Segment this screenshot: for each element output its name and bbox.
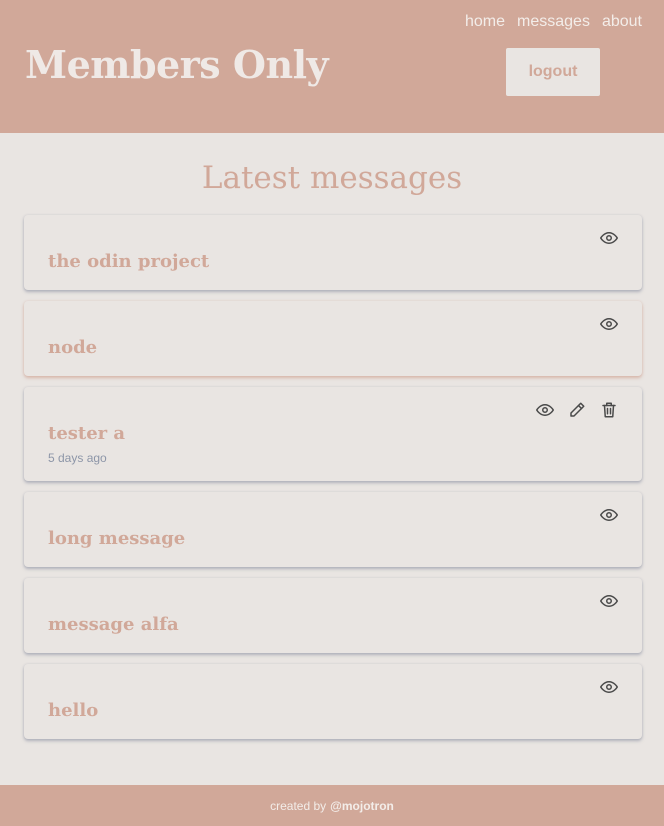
site-header: Members Only home messages about logout (0, 0, 664, 133)
message-title[interactable]: tester a (48, 423, 125, 444)
message-actions (600, 678, 618, 696)
message-actions (600, 229, 618, 247)
message-date: 5 days ago (48, 451, 107, 465)
nav-about-link[interactable]: about (602, 13, 642, 31)
message-title[interactable]: node (48, 337, 97, 358)
eye-icon[interactable] (536, 401, 554, 419)
logout-button[interactable]: logout (506, 48, 600, 96)
message-actions (600, 315, 618, 333)
message-title[interactable]: hello (48, 700, 98, 721)
eye-icon[interactable] (600, 315, 618, 333)
message-card: node (24, 301, 642, 376)
eye-icon[interactable] (600, 678, 618, 696)
message-card: message alfa (24, 578, 642, 653)
eye-icon[interactable] (600, 506, 618, 524)
site-title: Members Only (25, 42, 329, 87)
message-card: hello (24, 664, 642, 739)
message-card: tester a 5 days ago (24, 387, 642, 481)
trash-icon[interactable] (600, 401, 618, 419)
message-card: long message (24, 492, 642, 567)
eye-icon[interactable] (600, 229, 618, 247)
message-actions (600, 592, 618, 610)
pencil-icon[interactable] (568, 401, 586, 419)
page-title: Latest messages (201, 160, 463, 196)
footer-author-link[interactable]: @mojotron (330, 799, 394, 813)
message-card: the odin project (24, 215, 642, 290)
message-actions (600, 506, 618, 524)
message-title[interactable]: the odin project (48, 251, 209, 272)
nav-home-link[interactable]: home (465, 13, 505, 31)
footer-prefix: created by (270, 798, 327, 813)
message-title[interactable]: long message (48, 528, 185, 549)
site-footer: created by @mojotron (0, 785, 664, 826)
message-title[interactable]: message alfa (48, 614, 179, 635)
eye-icon[interactable] (600, 592, 618, 610)
main-nav: home messages about (465, 13, 642, 31)
message-actions (536, 401, 618, 419)
nav-messages-link[interactable]: messages (517, 13, 590, 31)
